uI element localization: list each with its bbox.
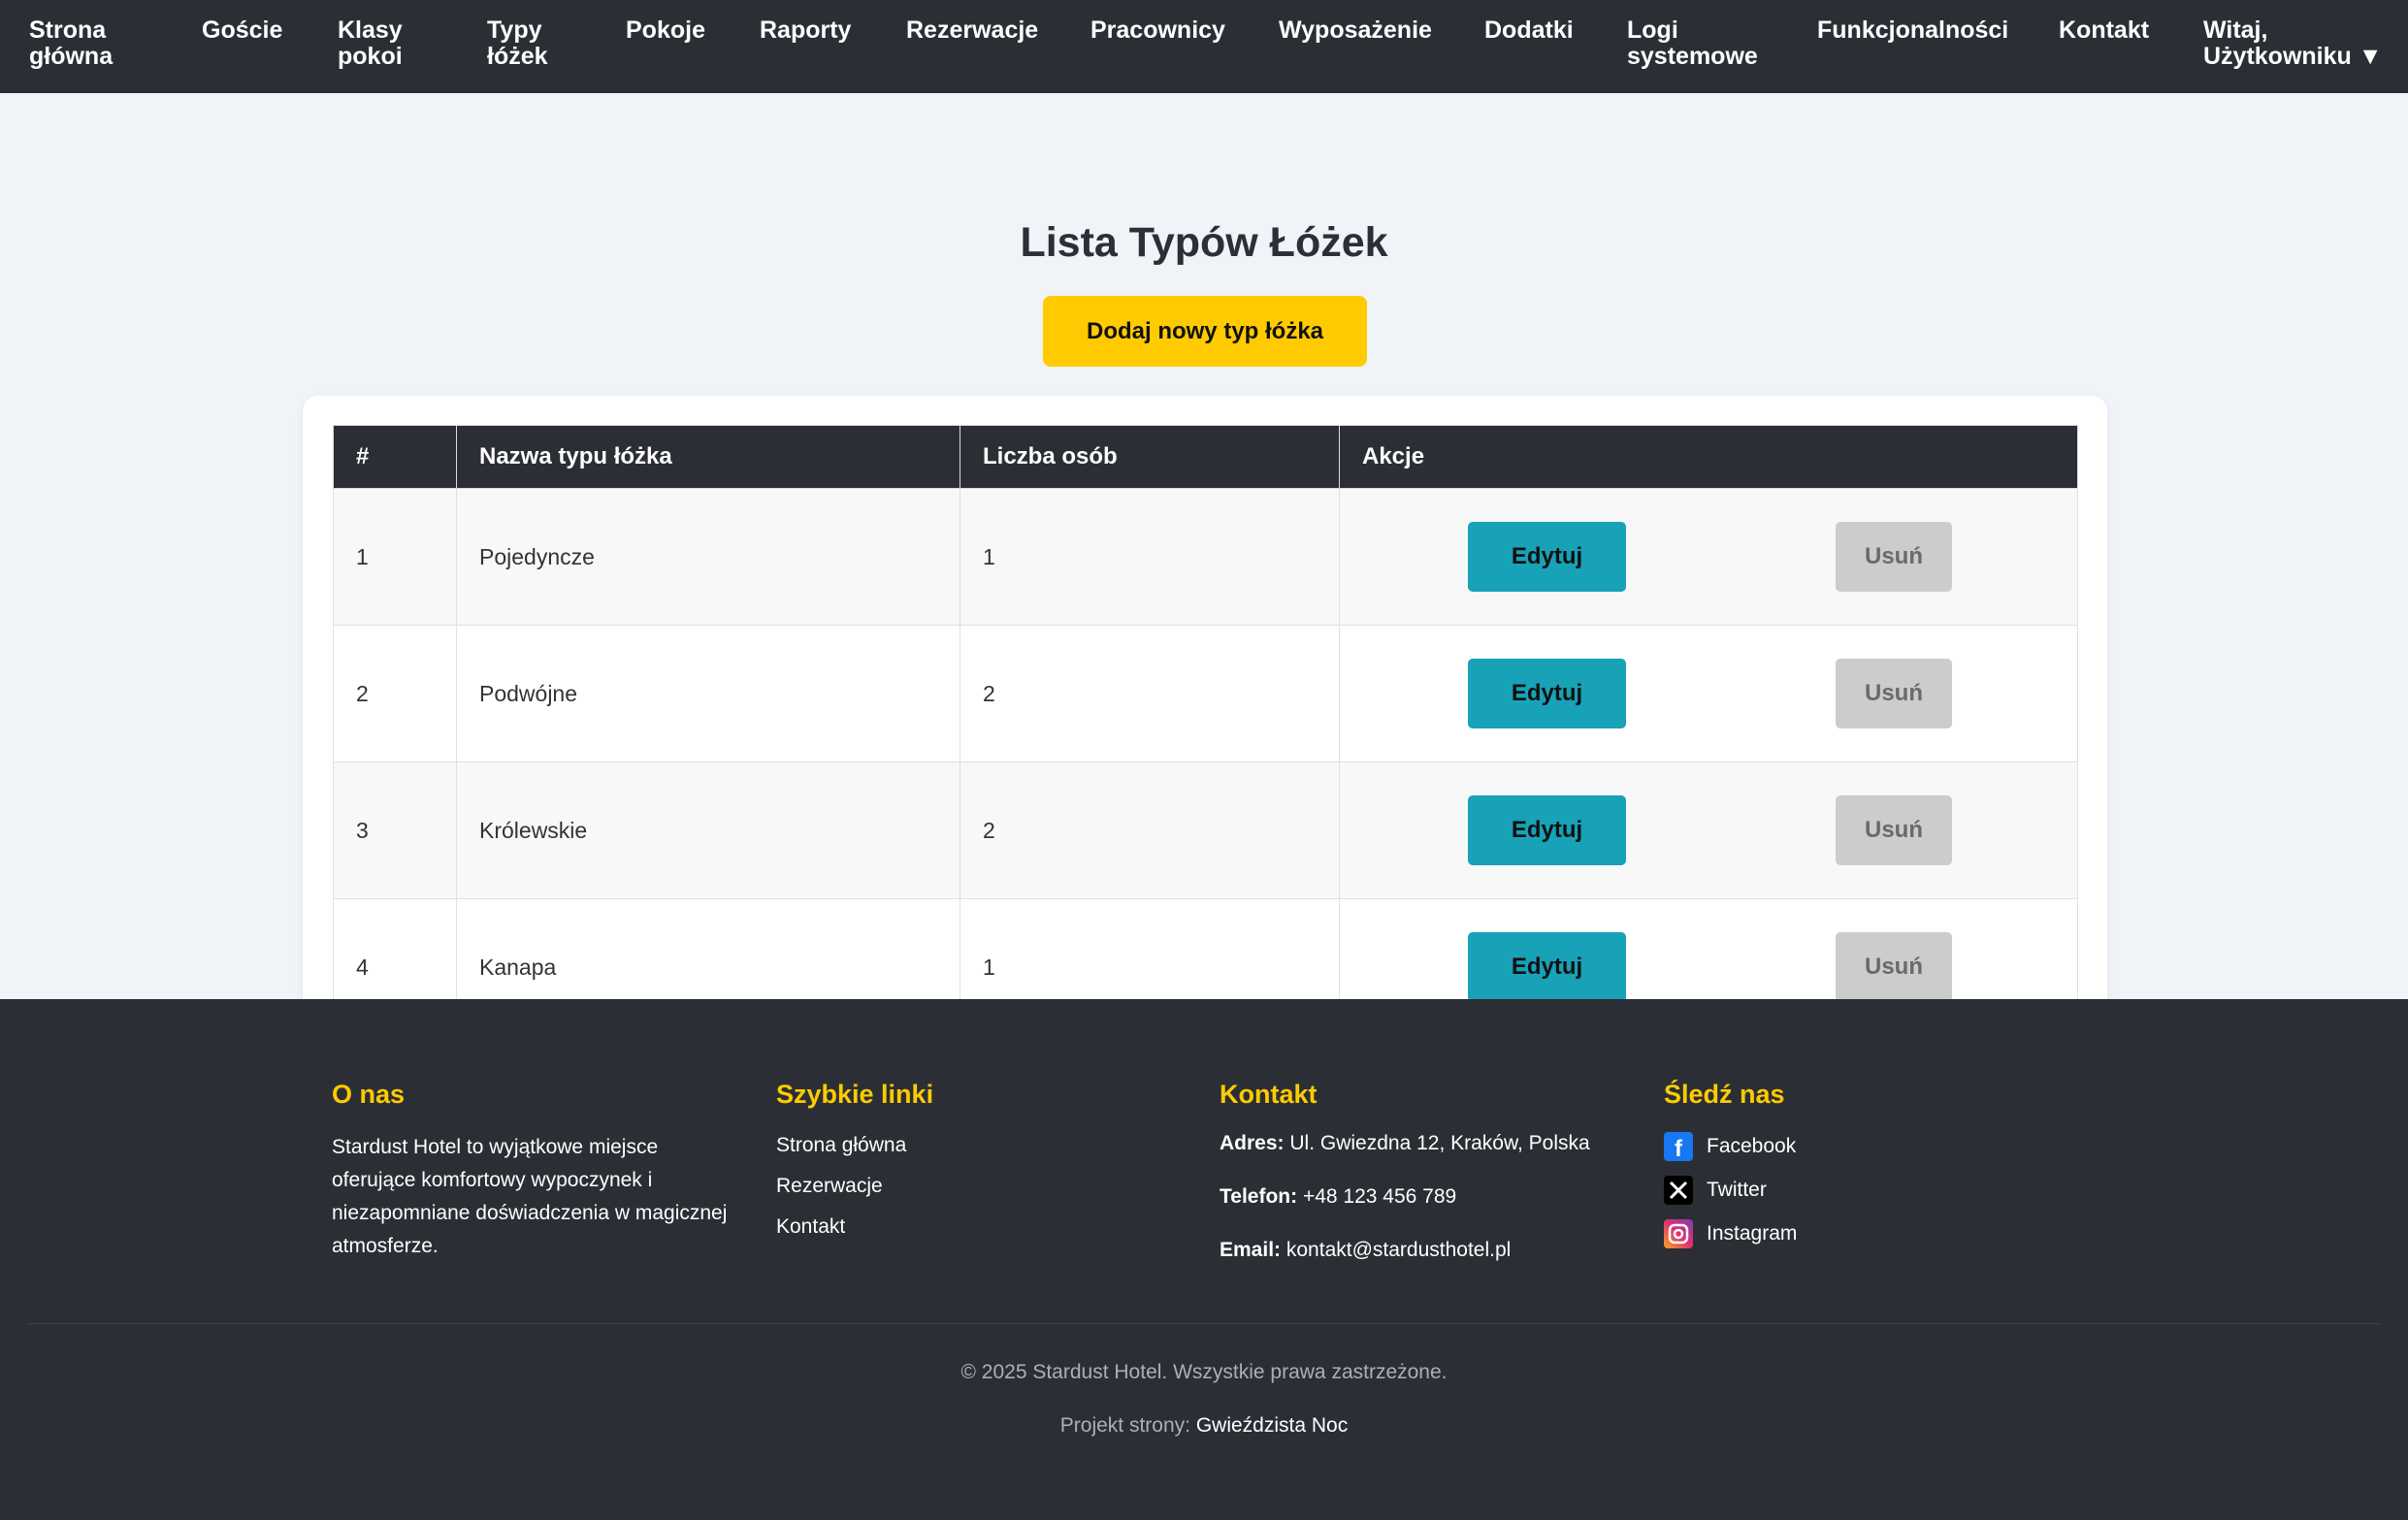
header-capacity: Liczba osób [960, 425, 1340, 489]
row-capacity: 2 [960, 761, 1340, 899]
row-name: Królewskie [456, 761, 960, 899]
credit-prefix: Projekt strony: [1059, 1414, 1190, 1437]
header-number: # [333, 425, 457, 489]
footer-social-title: Śledź nas [1664, 1080, 1785, 1109]
email-label: Email: [1220, 1239, 1282, 1261]
user-menu-dropdown[interactable]: Witaj, Użytkowniku ▼ [2203, 17, 2402, 70]
footer-credit: Projekt strony: Gwieździsta Noc [0, 1414, 2408, 1438]
nav-item-bed-types[interactable]: Typy łóżek [487, 17, 565, 70]
edit-button[interactable]: Edytuj [1468, 522, 1626, 592]
facebook-icon: f [1664, 1132, 1693, 1162]
main-content: Lista Typów Łóżek Dodaj nowy typ łóżka #… [0, 93, 2408, 1063]
table-header-row: # Nazwa typu łóżka Liczba osób Akcje [333, 425, 2078, 489]
edit-button[interactable]: Edytuj [1468, 659, 1626, 728]
footer-copyright: © 2025 Stardust Hotel. Wszystkie prawa z… [960, 1361, 1448, 1383]
row-number: 3 [333, 761, 457, 899]
social-link-facebook[interactable]: f Facebook [1664, 1131, 1797, 1162]
bed-types-table: # Nazwa typu łóżka Liczba osób Akcje 1 P… [333, 425, 2078, 1036]
nav-item-home[interactable]: Strona główna [29, 17, 136, 70]
page-title: Lista Typów Łóżek [1020, 219, 1388, 266]
phone-label: Telefon: [1220, 1185, 1298, 1208]
social-label: Instagram [1707, 1222, 1798, 1245]
social-link-instagram[interactable]: Instagram [1664, 1218, 1797, 1249]
delete-button[interactable]: Usuń [1836, 795, 1952, 865]
footer-contact: Kontakt Adres: Ul. Gwiezdna 12, Kraków, … [1220, 1080, 1590, 1291]
social-link-twitter[interactable]: Twitter [1664, 1175, 1797, 1206]
nav-item-reservations[interactable]: Rezerwacje [906, 17, 1100, 44]
footer-about-title: O nas [332, 1080, 406, 1109]
nav-item-equipment[interactable]: Wyposażenie [1279, 17, 1473, 44]
row-name: Pojedyncze [456, 488, 960, 626]
footer-divider [28, 1323, 2380, 1324]
instagram-icon [1664, 1219, 1693, 1248]
row-number: 2 [333, 625, 457, 762]
table-row: 3 Królewskie 2 Edytuj Usuń [333, 761, 2078, 899]
add-bed-type-button[interactable]: Dodaj nowy typ łóżka [1043, 296, 1367, 367]
footer-about-text: Stardust Hotel to wyjątkowe miejsce ofer… [332, 1136, 728, 1257]
footer-links-title: Szybkie linki [776, 1080, 934, 1109]
top-navbar: Strona główna Goście Klasy pokoi Typy łó… [0, 0, 2408, 93]
footer-social: Śledź nas f Facebook Twitter Instagram [1664, 1080, 1797, 1262]
row-capacity: 1 [960, 488, 1340, 626]
footer-quick-links: Szybkie linki Strona główna Rezerwacje K… [776, 1080, 933, 1253]
edit-button[interactable]: Edytuj [1468, 795, 1626, 865]
table-row: 1 Pojedyncze 1 Edytuj Usuń [333, 488, 2078, 626]
header-actions: Akcje [1339, 425, 2078, 489]
delete-button[interactable]: Usuń [1836, 522, 1952, 592]
table-card: # Nazwa typu łóżka Liczba osób Akcje 1 P… [303, 396, 2107, 1063]
x-twitter-icon [1664, 1176, 1693, 1205]
address-label: Adres: [1220, 1132, 1285, 1154]
footer: O nas Stardust Hotel to wyjątkowe miejsc… [0, 999, 2408, 1520]
footer-address: Adres: Ul. Gwiezdna 12, Kraków, Polska [1220, 1131, 1590, 1155]
row-capacity: 2 [960, 625, 1340, 762]
header-name: Nazwa typu łóżka [456, 425, 960, 489]
footer-link-home[interactable]: Strona główna [776, 1131, 933, 1160]
footer-phone: Telefon: +48 123 456 789 [1220, 1184, 1590, 1209]
credit-link[interactable]: Gwieździsta Noc [1196, 1414, 1348, 1437]
row-actions: Edytuj Usuń [1339, 488, 2078, 626]
footer-link-contact[interactable]: Kontakt [776, 1213, 933, 1242]
row-name: Podwójne [456, 625, 960, 762]
nav-item-system-logs[interactable]: Logi systemowe [1627, 17, 1763, 70]
address-value: Ul. Gwiezdna 12, Kraków, Polska [1289, 1132, 1590, 1154]
svg-text:f: f [1675, 1136, 1683, 1161]
nav-item-employees[interactable]: Pracownicy [1090, 17, 1285, 44]
footer-contact-title: Kontakt [1220, 1080, 1318, 1109]
delete-button[interactable]: Usuń [1836, 659, 1952, 728]
row-actions: Edytuj Usuń [1339, 625, 2078, 762]
row-number: 1 [333, 488, 457, 626]
nav-item-room-classes[interactable]: Klasy pokoi [338, 17, 415, 70]
social-label: Facebook [1707, 1135, 1797, 1157]
footer-email: Email: kontakt@stardusthotel.pl [1220, 1238, 1590, 1262]
footer-about: O nas Stardust Hotel to wyjątkowe miejsc… [332, 1080, 730, 1263]
row-actions: Edytuj Usuń [1339, 761, 2078, 899]
edit-button[interactable]: Edytuj [1468, 932, 1626, 1002]
delete-button[interactable]: Usuń [1836, 932, 1952, 1002]
footer-link-reservations[interactable]: Rezerwacje [776, 1172, 933, 1201]
phone-value: +48 123 456 789 [1302, 1185, 1457, 1208]
table-row: 2 Podwójne 2 Edytuj Usuń [333, 625, 2078, 762]
email-value: kontakt@stardusthotel.pl [1285, 1239, 1512, 1261]
nav-item-features[interactable]: Funkcjonalności [1817, 17, 2021, 44]
social-label: Twitter [1707, 1179, 1767, 1201]
